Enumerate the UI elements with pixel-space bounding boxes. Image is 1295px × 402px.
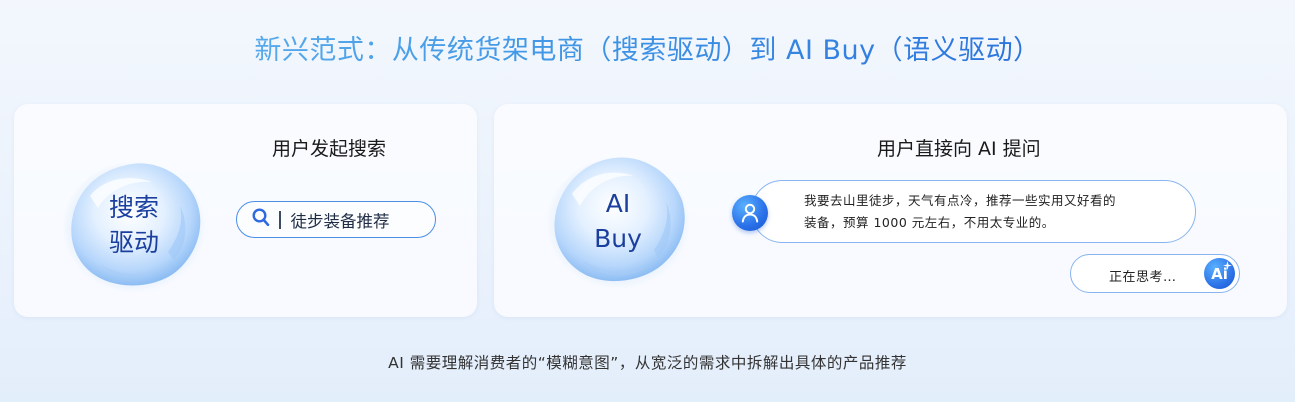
orb-label: 搜索 驱动: [60, 156, 208, 294]
ai-avatar: Ai: [1204, 258, 1235, 289]
user-message-bubble: 我要去山里徒步，天气有点冷，推荐一些实用又好看的 装备，预算 1000 元左右，…: [751, 180, 1196, 243]
search-driven-card: 搜索 驱动 用户发起搜索 徒步装备推荐: [14, 104, 477, 317]
user-message-line1: 我要去山里徒步，天气有点冷，推荐一些实用又好看的: [804, 193, 1117, 208]
search-icon: [252, 208, 270, 231]
ai-card-heading: 用户直接向 AI 提问: [877, 138, 1041, 160]
orb-label-line2: 驱动: [108, 228, 159, 257]
orb-label-line1: AI: [605, 189, 631, 218]
footer-caption: AI 需要理解消费者的“模糊意图”，从宽泛的需求中拆解出具体的产品推荐: [388, 354, 907, 372]
search-input[interactable]: 徒步装备推荐: [236, 201, 436, 238]
search-query-text: 徒步装备推荐: [290, 211, 390, 231]
search-card-heading: 用户发起搜索: [272, 138, 387, 160]
ai-thinking-bubble: 正在思考… Ai: [1070, 254, 1240, 293]
semantic-driven-card: AI Buy 用户直接向 AI 提问 我要去山里徒步，天气有点冷，推荐一些实用又…: [494, 104, 1287, 317]
search-driven-orb: 搜索 驱动: [60, 156, 208, 294]
orb-label-line2: Buy: [594, 224, 642, 253]
user-message-line2: 装备，预算 1000 元左右，不用太专业的。: [804, 215, 1055, 230]
text-cursor: [279, 210, 281, 229]
orb-label-line1: 搜索: [108, 193, 159, 222]
page-title: 新兴范式：从传统货架电商（搜索驱动）到 AI Buy（语义驱动）: [0, 28, 1295, 67]
orb-label: AI Buy: [544, 152, 692, 290]
user-avatar: [732, 195, 768, 231]
ai-buy-orb: AI Buy: [544, 152, 692, 290]
thinking-status-text: 正在思考…: [1109, 270, 1177, 285]
user-icon: [741, 203, 759, 223]
ai-sparkle-icon: [1223, 261, 1232, 270]
